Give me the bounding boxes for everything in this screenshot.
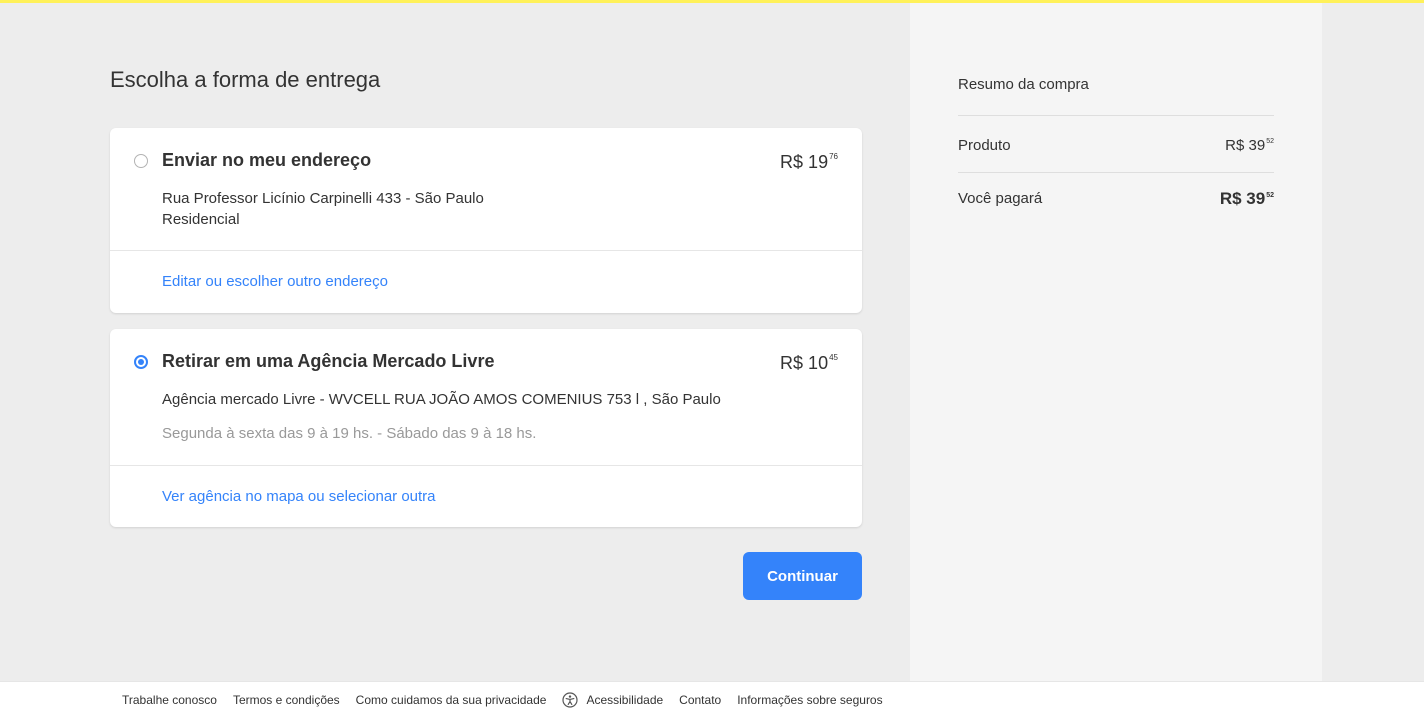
price-home-cents: 76 <box>829 152 838 161</box>
summary-total-price-main: R$ 39 <box>1219 189 1266 208</box>
footer-link-privacy[interactable]: Como cuidamos da sua privacidade <box>356 693 547 707</box>
footer-link-accessibility[interactable]: Acessibilidade <box>562 692 663 708</box>
shipping-option-home-body[interactable]: Enviar no meu endereço R$ 1976 Rua Profe… <box>110 128 862 250</box>
accessibility-icon <box>562 692 579 708</box>
radio-home-delivery[interactable] <box>134 154 148 168</box>
summary-title: Resumo da compra <box>958 76 1089 93</box>
summary-total-price: R$ 3952 <box>1220 189 1274 209</box>
purchase-summary: Resumo da compra Produto R$ 3952 Você pa… <box>910 3 1322 681</box>
summary-divider <box>958 115 1274 116</box>
footer-link-terms[interactable]: Termos e condições <box>233 693 340 707</box>
checkout-page: Escolha a forma de entrega Enviar no meu… <box>0 0 1424 718</box>
shipping-section: Escolha a forma de entrega Enviar no meu… <box>0 3 910 681</box>
footer-link-insurance[interactable]: Informações sobre seguros <box>737 693 882 707</box>
edit-address-link[interactable]: Editar ou escolher outro endereço <box>110 251 862 313</box>
footer: Trabalhe conosco Termos e condições Como… <box>0 681 1424 718</box>
page-title: Escolha a forma de entrega <box>110 67 381 92</box>
option-title-home: Enviar no meu endereço <box>162 150 372 170</box>
option-title-agency: Retirar em uma Agência Mercado Livre <box>162 351 495 371</box>
view-agency-map-link[interactable]: Ver agência no mapa ou selecionar outra <box>110 466 862 528</box>
agency-address: Agência mercado Livre - WVCELL RUA JOÃO … <box>162 391 721 408</box>
price-agency-main: R$ 10 <box>780 353 829 373</box>
price-home: R$ 1976 <box>780 152 838 173</box>
home-address: Rua Professor Licínio Carpinelli 433 - S… <box>162 190 484 207</box>
home-address-type: Residencial <box>162 211 240 228</box>
shipping-option-agency[interactable]: Retirar em uma Agência Mercado Livre R$ … <box>110 329 862 527</box>
summary-product-price: R$ 3952 <box>1225 137 1274 154</box>
right-gutter <box>1322 3 1424 681</box>
footer-link-accessibility-label: Acessibilidade <box>586 693 664 707</box>
summary-total-label: Você pagará <box>958 190 1043 207</box>
agency-hours: Segunda à sexta das 9 à 19 hs. - Sábado … <box>162 425 537 442</box>
shipping-option-home[interactable]: Enviar no meu endereço R$ 1976 Rua Profe… <box>110 128 862 313</box>
summary-total-price-cents: 52 <box>1266 192 1274 199</box>
summary-divider <box>958 172 1274 173</box>
price-agency-cents: 45 <box>829 353 838 362</box>
continue-button[interactable]: Continuar <box>743 552 862 600</box>
footer-links: Trabalhe conosco Termos e condições Como… <box>122 682 899 718</box>
footer-link-careers[interactable]: Trabalhe conosco <box>122 693 217 707</box>
price-home-main: R$ 19 <box>780 152 829 172</box>
summary-product-price-cents: 52 <box>1266 138 1274 145</box>
shipping-option-agency-body[interactable]: Retirar em uma Agência Mercado Livre R$ … <box>110 329 862 465</box>
summary-product-price-main: R$ 39 <box>1225 137 1266 154</box>
footer-link-contact[interactable]: Contato <box>679 693 721 707</box>
price-agency: R$ 1045 <box>780 353 838 374</box>
radio-agency-pickup[interactable] <box>134 355 148 369</box>
summary-product-label: Produto <box>958 137 1011 154</box>
